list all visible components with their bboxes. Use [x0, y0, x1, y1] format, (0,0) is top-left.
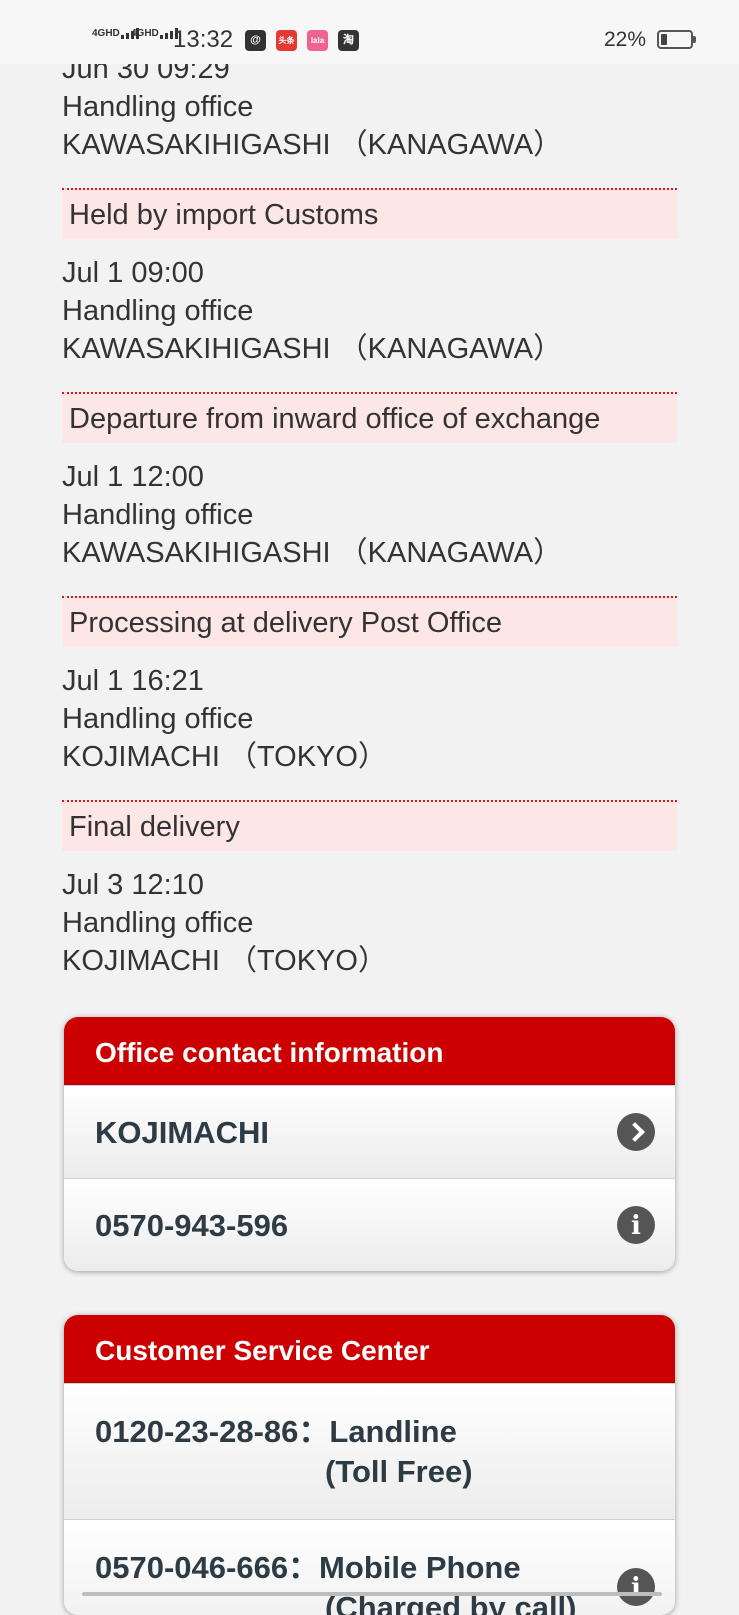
- event-datetime: Jul 1 16:21: [62, 665, 204, 697]
- event-datetime: Jul 3 12:10: [62, 869, 204, 901]
- office-name: KOJIMACHI: [95, 1115, 269, 1150]
- event-office-label: Handling office: [62, 295, 254, 327]
- office-phone: 0570-943-596: [95, 1208, 289, 1243]
- event-details: Jul 3 12:10 Handling office KOJIMACHI （T…: [62, 866, 677, 980]
- status-bar: 4GHD 4GHD 13:32 @ 头条 lala 淘 22%: [0, 0, 739, 64]
- event-status: Departure from inward office of exchange: [62, 392, 677, 443]
- event-details: Jun 30 09:29 Handling office KAWASAKIHIG…: [62, 50, 677, 164]
- office-contact-card: Office contact information KOJIMACHI 057…: [64, 1017, 675, 1271]
- event-details: Jul 1 09:00 Handling office KAWASAKIHIGA…: [62, 254, 677, 368]
- landline-number: 0120-23-28-86：Landline: [95, 1414, 457, 1449]
- event-office: KAWASAKIHIGASHI （KANAGAWA）: [62, 333, 563, 365]
- battery-icon: [657, 30, 696, 49]
- mobile-phone-link[interactable]: 0570-046-666：Mobile Phone (Charged by ca…: [64, 1519, 675, 1615]
- landline-phone-link[interactable]: 0120-23-28-86：Landline (Toll Free): [64, 1383, 675, 1519]
- taobao-app-icon: 淘: [338, 30, 359, 51]
- customer-service-title: Customer Service Center: [64, 1315, 675, 1383]
- event-status: Held by import Customs: [62, 188, 677, 239]
- battery-percent: 22%: [604, 28, 647, 51]
- event-office: KAWASAKIHIGASHI （KANAGAWA）: [62, 129, 563, 161]
- event-office-label: Handling office: [62, 499, 254, 531]
- event-datetime: Jul 1 12:00: [62, 461, 204, 493]
- event-office: KOJIMACHI （TOKYO）: [62, 945, 387, 977]
- event-status: Processing at delivery Post Office: [62, 596, 677, 647]
- event-office-label: Handling office: [62, 907, 254, 939]
- shopping-app-icon: lala: [307, 30, 328, 51]
- info-icon: i: [617, 1206, 655, 1244]
- chevron-right-icon: [617, 1113, 655, 1151]
- tracking-history: Jun 30 09:29 Handling office KAWASAKIHIG…: [62, 50, 677, 980]
- toutiao-app-icon: 头条: [276, 30, 297, 51]
- customer-service-card: Customer Service Center 0120-23-28-86：La…: [64, 1315, 675, 1615]
- event-office: KAWASAKIHIGASHI （KANAGAWA）: [62, 537, 563, 569]
- event-details: Jul 1 16:21 Handling office KOJIMACHI （T…: [62, 662, 677, 776]
- event-datetime: Jul 1 09:00: [62, 257, 204, 289]
- office-contact-title: Office contact information: [64, 1017, 675, 1085]
- event-details: Jul 1 12:00 Handling office KAWASAKIHIGA…: [62, 458, 677, 572]
- event-status: Final delivery: [62, 800, 677, 851]
- office-name-link[interactable]: KOJIMACHI: [64, 1085, 675, 1178]
- event-office: KOJIMACHI （TOKYO）: [62, 741, 387, 773]
- info-icon: i: [617, 1568, 655, 1606]
- signal-2-icon: 4GHD: [131, 28, 178, 39]
- scroll-indicator: [82, 1592, 662, 1596]
- office-phone-link[interactable]: 0570-943-596 i: [64, 1178, 675, 1271]
- event-office-label: Handling office: [62, 703, 254, 735]
- at-app-icon: @: [245, 30, 266, 51]
- mobile-number: 0570-046-666：Mobile Phone: [95, 1550, 521, 1585]
- event-office-label: Handling office: [62, 91, 254, 123]
- clock: 13:32: [173, 26, 234, 53]
- landline-note: (Toll Free): [325, 1454, 473, 1489]
